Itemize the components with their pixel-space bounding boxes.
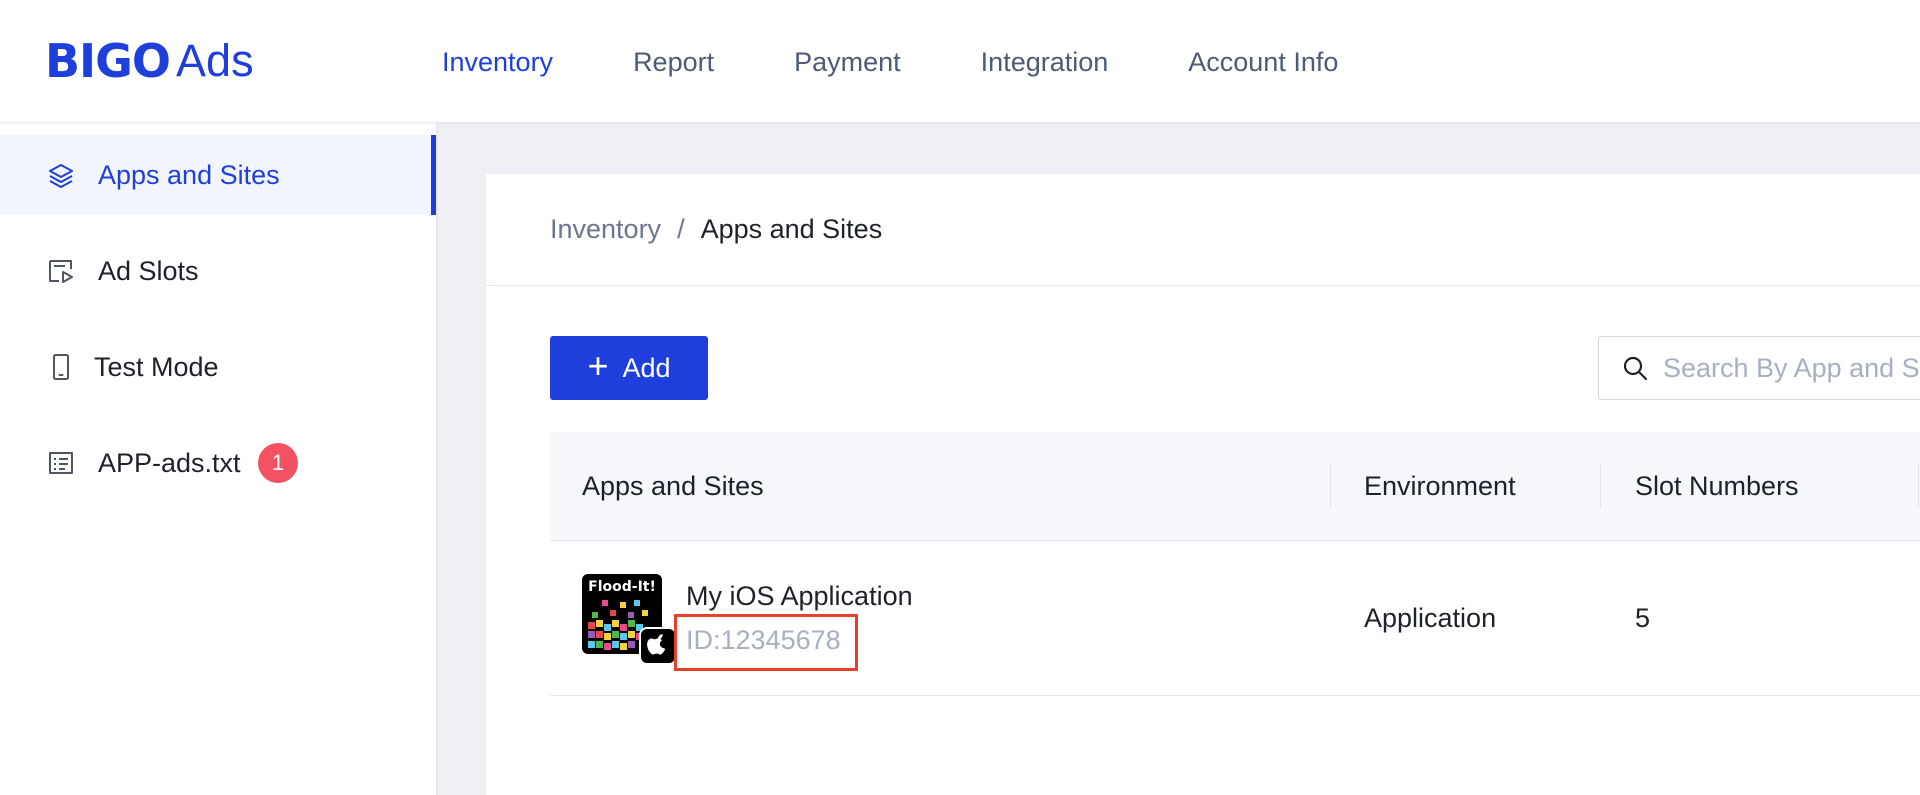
add-button-label: Add bbox=[622, 352, 671, 383]
text-file-icon bbox=[46, 448, 76, 478]
phone-icon bbox=[46, 352, 76, 382]
column-header-environment: Environment bbox=[1364, 470, 1516, 501]
sidebar-item-label: Test Mode bbox=[94, 351, 219, 382]
sidebar-item-ad-slots[interactable]: Ad Slots bbox=[0, 231, 436, 311]
search-input[interactable] bbox=[1661, 351, 1920, 385]
app-icon-title: Flood-It! bbox=[588, 579, 656, 595]
search-box[interactable] bbox=[1598, 336, 1920, 400]
top-nav: Inventory Report Payment Integration Acc… bbox=[442, 44, 1418, 80]
plus-icon: + bbox=[587, 345, 609, 386]
notification-badge: 1 bbox=[258, 443, 298, 483]
logo-product: Ads bbox=[176, 35, 254, 86]
nav-integration[interactable]: Integration bbox=[981, 44, 1109, 80]
sidebar-item-label: Apps and Sites bbox=[98, 159, 280, 190]
sidebar-item-label: Ad Slots bbox=[98, 255, 199, 286]
layers-icon bbox=[46, 160, 76, 190]
sidebar-item-test-mode[interactable]: Test Mode bbox=[0, 327, 436, 407]
logo-brand: BIGO bbox=[45, 34, 171, 88]
table-header: Apps and Sites Environment Slot Numbers bbox=[550, 432, 1920, 541]
nav-report[interactable]: Report bbox=[633, 44, 714, 80]
environment-cell: Application bbox=[1364, 602, 1497, 633]
breadcrumb-separator: / bbox=[677, 214, 685, 244]
nav-payment[interactable]: Payment bbox=[794, 44, 901, 80]
bigo-ads-logo[interactable]: BIGO Ads bbox=[45, 34, 254, 88]
column-separator bbox=[1330, 464, 1331, 508]
slot-numbers-cell: 5 bbox=[1635, 602, 1651, 633]
breadcrumb: Inventory / Apps and Sites bbox=[550, 214, 882, 245]
table-row: Flood-It! My iOS Application ID:12345678… bbox=[550, 541, 1920, 696]
sidebar-item-apps-and-sites[interactable]: Apps and Sites bbox=[0, 135, 436, 215]
sidebar-item-label: APP-ads.txt bbox=[98, 447, 241, 478]
sidebar: Apps and Sites Ad Slots Test Mode APP-ad… bbox=[0, 123, 437, 795]
column-header-slot-numbers: Slot Numbers bbox=[1635, 470, 1799, 501]
highlight-annotation-box bbox=[674, 614, 858, 671]
content-card: Inventory / Apps and Sites + Add Apps an… bbox=[486, 174, 1920, 795]
nav-account-info[interactable]: Account Info bbox=[1188, 44, 1338, 80]
add-button[interactable]: + Add bbox=[550, 336, 708, 400]
column-separator bbox=[1600, 464, 1601, 508]
breadcrumb-current: Apps and Sites bbox=[700, 214, 883, 244]
search-icon bbox=[1621, 354, 1649, 382]
column-separator bbox=[1918, 464, 1919, 508]
ad-slot-icon bbox=[46, 256, 76, 286]
sidebar-item-app-ads-txt[interactable]: APP-ads.txt 1 bbox=[0, 423, 436, 503]
breadcrumb-parent[interactable]: Inventory bbox=[550, 214, 661, 245]
divider bbox=[486, 285, 1920, 286]
apple-icon bbox=[639, 627, 677, 665]
nav-inventory[interactable]: Inventory bbox=[442, 44, 553, 80]
app-name-link[interactable]: My iOS Application bbox=[686, 581, 913, 612]
top-header: BIGO Ads Inventory Report Payment Integr… bbox=[0, 0, 1920, 123]
column-header-apps-and-sites: Apps and Sites bbox=[582, 470, 764, 501]
